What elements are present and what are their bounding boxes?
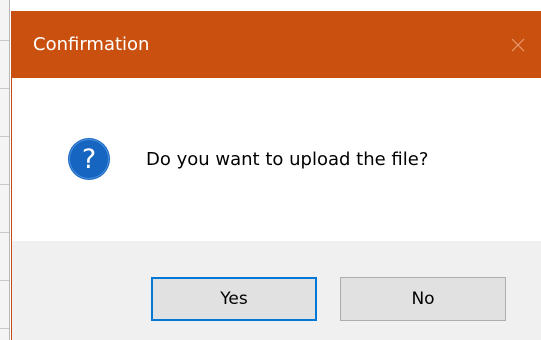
- dialog-content: ? Do you want to upload the file?: [12, 78, 541, 241]
- dialog-titlebar[interactable]: Confirmation: [12, 11, 541, 78]
- question-icon: ?: [68, 138, 110, 180]
- dialog-footer: Yes No: [12, 241, 541, 340]
- dialog-title: Confirmation: [33, 34, 150, 55]
- background-window-edge: [0, 0, 10, 340]
- close-button[interactable]: [495, 11, 541, 78]
- no-button[interactable]: No: [340, 277, 506, 321]
- close-icon: [511, 38, 525, 51]
- confirmation-dialog: Confirmation ? Do you want to upload the…: [11, 11, 541, 340]
- dialog-message: Do you want to upload the file?: [146, 149, 429, 170]
- svg-text:?: ?: [82, 144, 96, 175]
- yes-button[interactable]: Yes: [151, 277, 317, 321]
